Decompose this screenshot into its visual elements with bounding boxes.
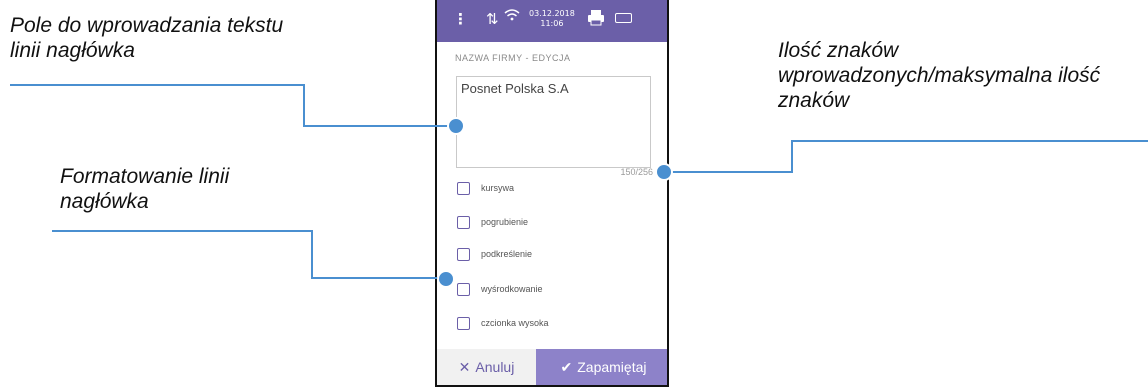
checkbox[interactable] xyxy=(457,317,470,330)
leader-char-count xyxy=(666,140,1148,173)
status-date: 03.12.2018 xyxy=(529,9,575,18)
checkbox[interactable] xyxy=(457,216,470,229)
printer-icon xyxy=(587,9,605,31)
cancel-button[interactable]: ✕ Anuluj xyxy=(437,349,536,385)
form-title: NAZWA FIRMY - EDYCJA xyxy=(455,53,571,63)
close-icon: ✕ xyxy=(458,359,471,375)
save-button[interactable]: ✔ Zapamiętaj xyxy=(536,349,667,385)
button-bar: ✕ Anuluj ✔ Zapamiętaj xyxy=(437,349,667,385)
leader-text-field xyxy=(10,84,456,127)
checkbox[interactable] xyxy=(457,248,470,261)
char-counter: 150/256 xyxy=(620,167,653,177)
kebab-menu-icon[interactable]: ⋮ xyxy=(453,9,468,29)
wifi-icon xyxy=(504,8,520,28)
device-screen: ⋮ ⇅ 03.12.2018 11:06 NAZWA FIRMY - EDYCJ… xyxy=(435,0,669,387)
checkbox[interactable] xyxy=(457,283,470,296)
callout-char-count: Ilość znaków wprowadzonych/maksymalna il… xyxy=(778,39,1101,112)
callout-text-field: Pole do wprowadzania tekstu linii nagłów… xyxy=(10,14,284,62)
header-text-input[interactable]: Posnet Polska S.A xyxy=(456,76,651,168)
status-time: 11:06 xyxy=(540,19,564,28)
data-transfer-icon: ⇅ xyxy=(486,10,499,28)
status-bar: ⋮ ⇅ 03.12.2018 11:06 xyxy=(437,0,667,42)
battery-icon xyxy=(615,13,632,23)
option-label: wyśrodkowanie xyxy=(481,284,543,294)
cancel-label: Anuluj xyxy=(475,359,515,375)
option-label: czcionka wysoka xyxy=(481,318,549,328)
callout-formatting: Formatowanie linii nagłówka xyxy=(60,165,230,213)
option-label: kursywa xyxy=(481,183,515,193)
leader-formatting xyxy=(52,230,446,279)
checkmark-icon: ✔ xyxy=(560,359,573,375)
option-label: podkreślenie xyxy=(481,249,533,259)
option-label: pogrubienie xyxy=(481,217,529,227)
save-label: Zapamiętaj xyxy=(577,359,647,375)
status-datetime: 03.12.2018 11:06 xyxy=(529,9,575,29)
checkbox[interactable] xyxy=(457,182,470,195)
